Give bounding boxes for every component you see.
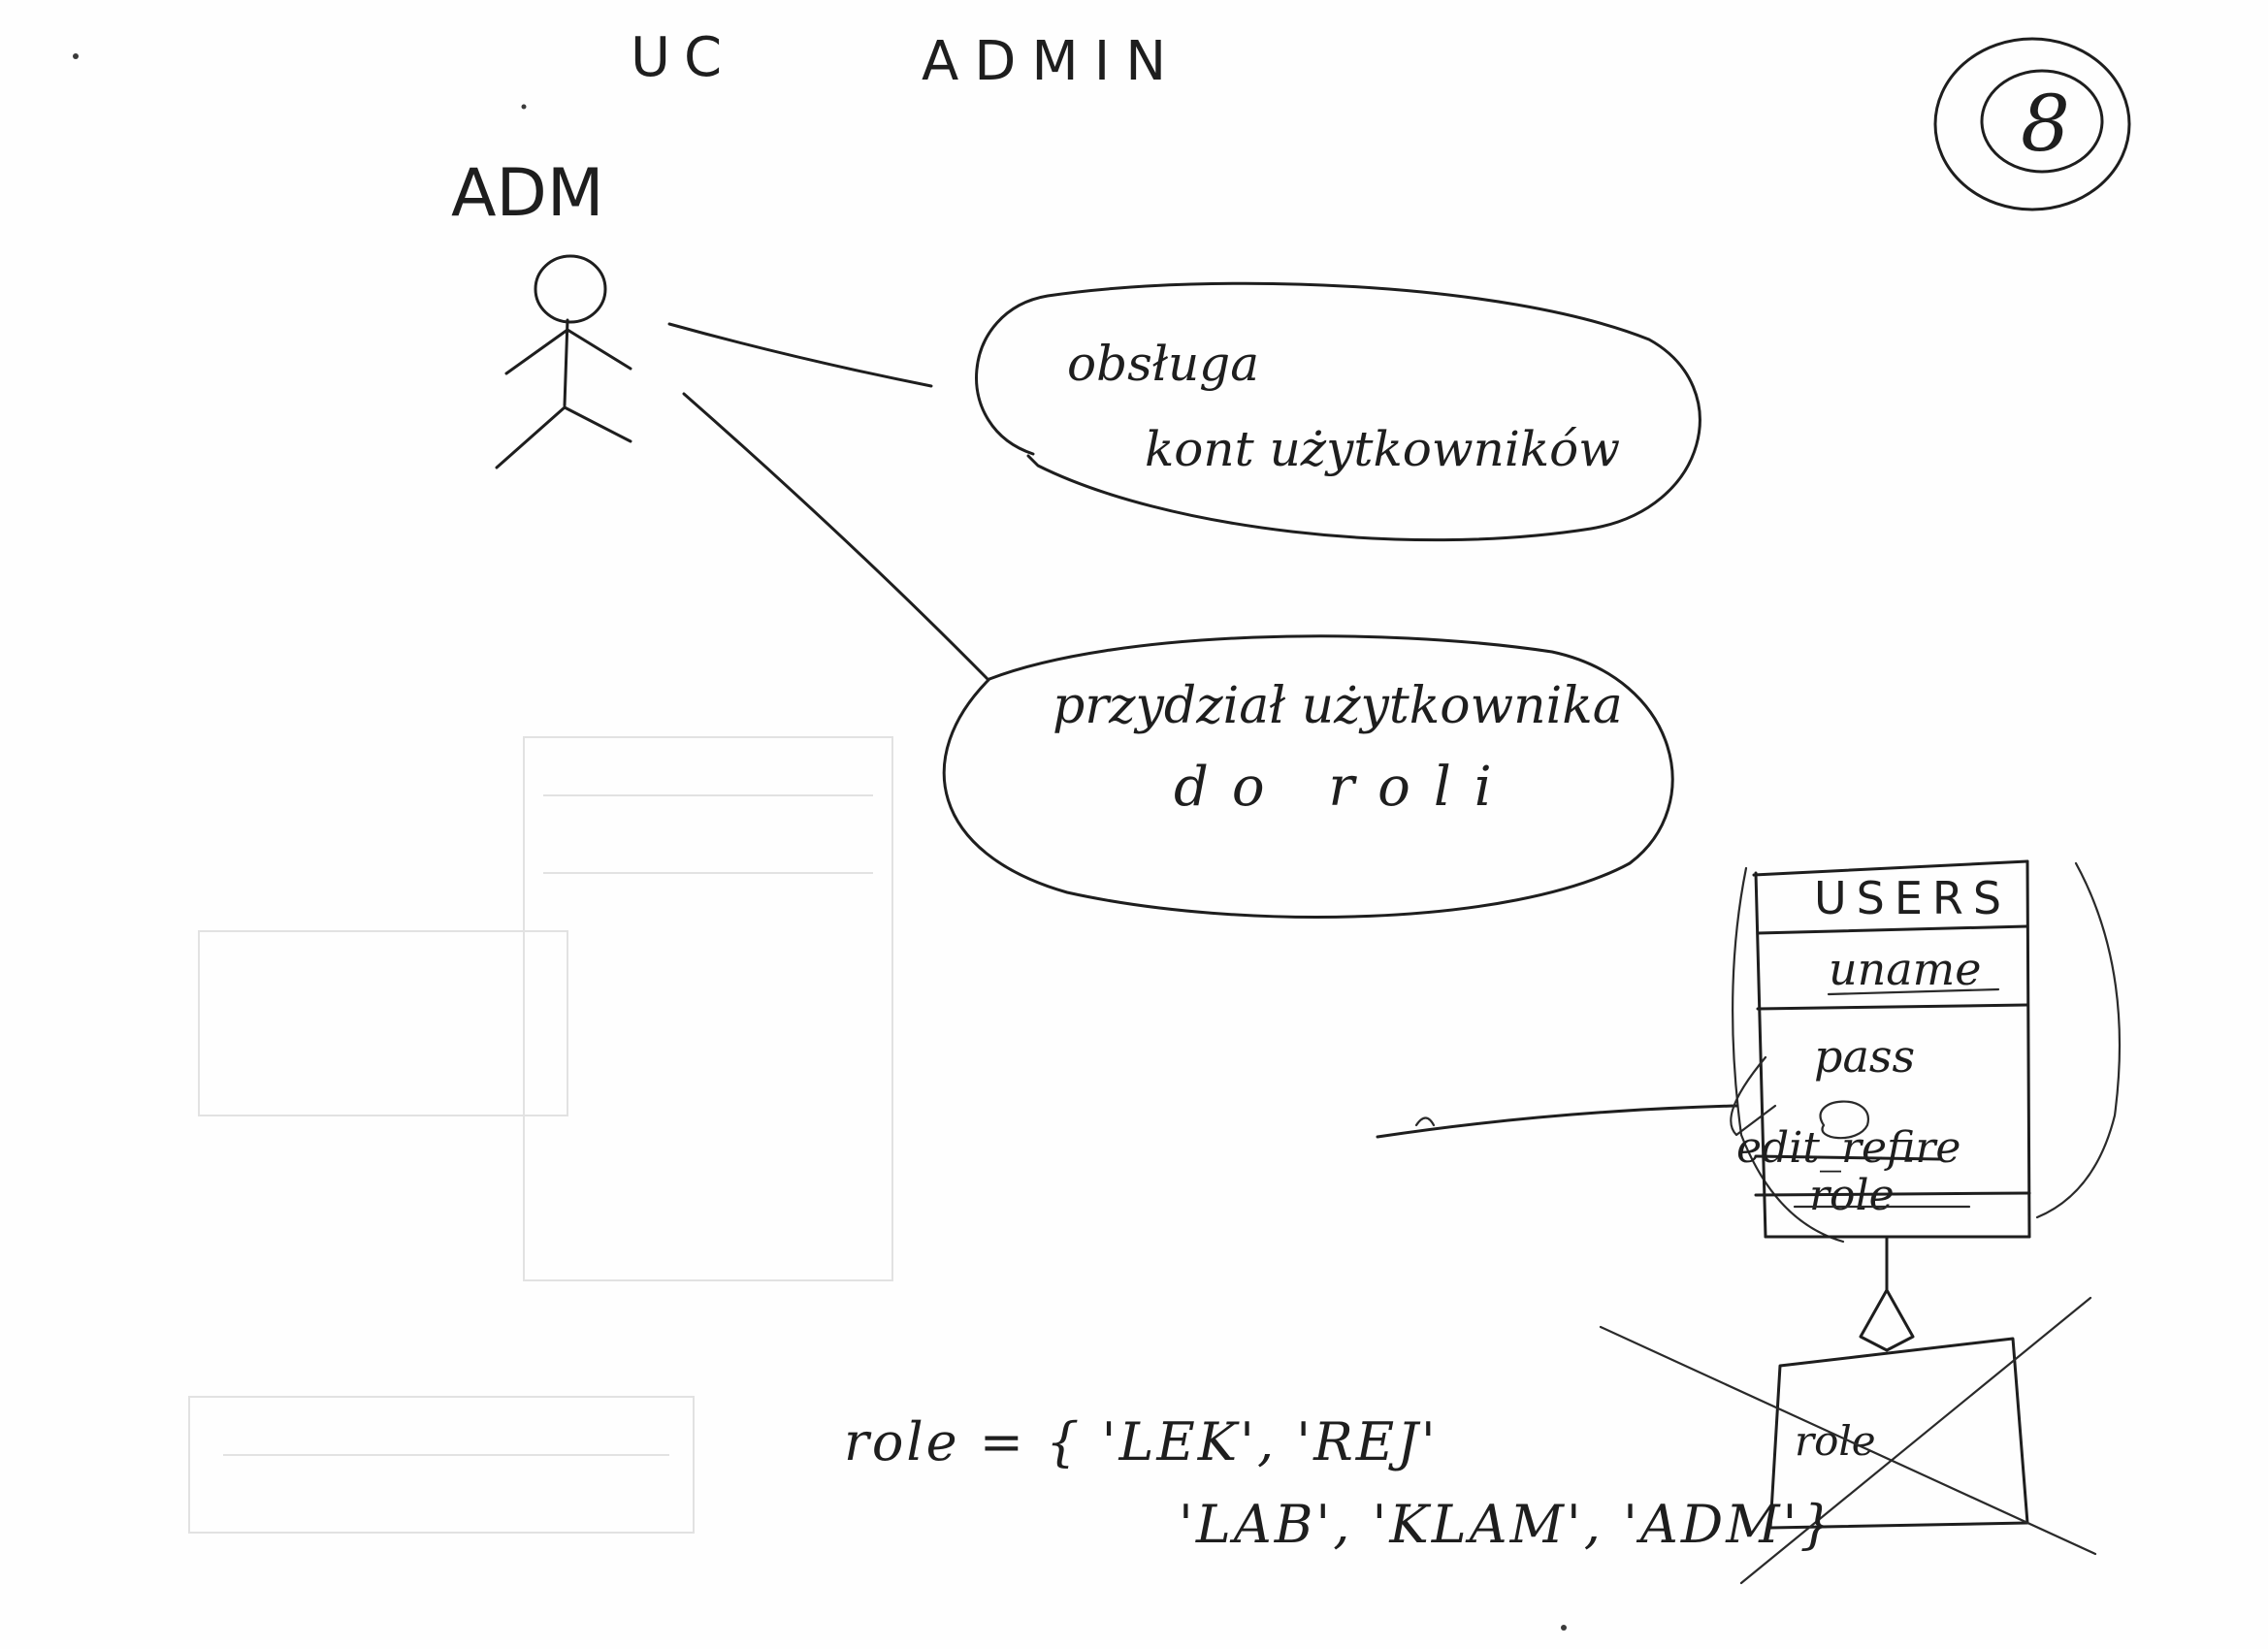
crossed-box-label: role bbox=[1795, 1417, 1876, 1465]
actor-stick-figure bbox=[495, 254, 632, 469]
actor-label: ADM bbox=[451, 155, 604, 232]
use-case-accounts: obsługa kont użytkowników bbox=[975, 281, 1701, 542]
stray-dot bbox=[73, 53, 79, 59]
page-number: 8 bbox=[2021, 79, 2070, 169]
bleed-through bbox=[188, 736, 893, 1534]
header-uc: UC bbox=[631, 26, 735, 89]
entity-field-uname: uname bbox=[1829, 943, 1982, 995]
use-case-1-line-2: kont użytkowników bbox=[1145, 421, 1620, 477]
use-case-2-line-1: przydział użytkownika bbox=[1053, 677, 1623, 735]
header-admin: ADMIN bbox=[922, 30, 1182, 93]
diagram-canvas: UC ADMIN 8 ADM obsługa kont użytkowników… bbox=[73, 26, 2131, 1631]
use-case-role-assignment: przydział użytkownika do roli bbox=[942, 634, 1674, 919]
role-definition-line-2: 'LAB', 'KLAM', 'ADM'} bbox=[1179, 1494, 1836, 1555]
sketch-page: UC ADMIN 8 ADM obsługa kont użytkowników… bbox=[0, 0, 2268, 1649]
entity-field-role: role bbox=[1809, 1171, 1895, 1220]
role-definition: role = { 'LEK', 'REJ' 'LAB', 'KLAM', 'AD… bbox=[844, 1411, 1836, 1555]
pointer-arrow-tail bbox=[1414, 1116, 1436, 1127]
use-case-2-line-2: do roli bbox=[1174, 756, 1515, 819]
entity-name: USERS bbox=[1814, 872, 2011, 924]
association-line-2 bbox=[682, 392, 989, 681]
users-entity: USERS uname pass edit_refire role bbox=[1732, 859, 2122, 1244]
role-definition-line-1: role = { 'LEK', 'REJ' bbox=[844, 1411, 1439, 1472]
association-line-1 bbox=[667, 322, 933, 388]
stray-dot bbox=[521, 104, 527, 110]
page-number-badge: 8 bbox=[1933, 37, 2131, 211]
stray-dot bbox=[1561, 1625, 1567, 1631]
entity-field-pass: pass bbox=[1814, 1030, 1915, 1083]
entity-field-struck: edit_refire bbox=[1736, 1123, 1960, 1173]
composition-diamond bbox=[1859, 1288, 1915, 1352]
use-case-1-line-1: obsługa bbox=[1067, 336, 1259, 392]
